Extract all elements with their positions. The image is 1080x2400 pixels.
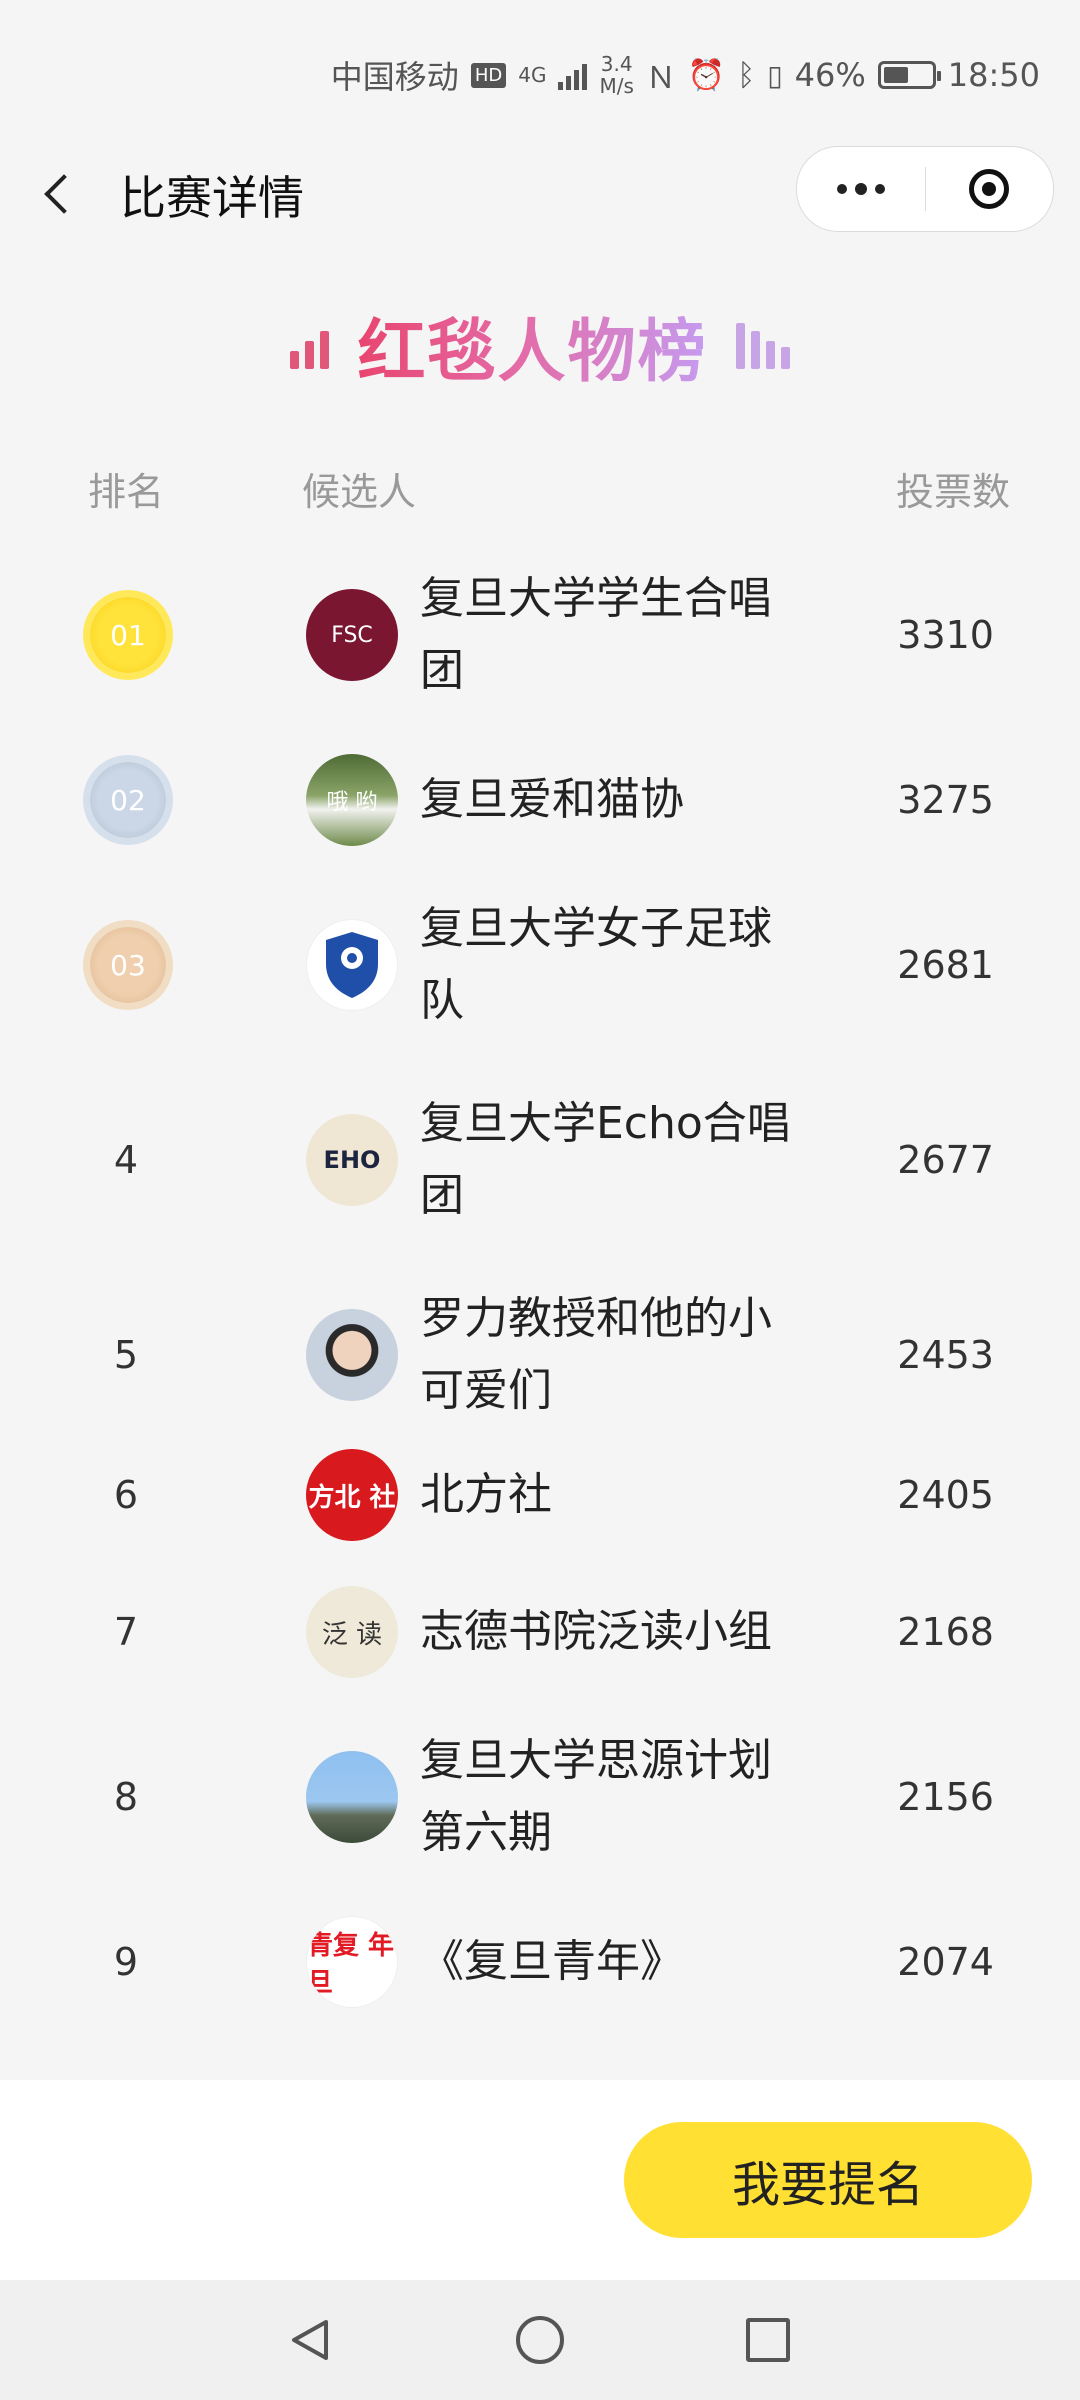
bottom-action-bar: 我要提名 — [0, 2080, 1080, 2280]
table-row[interactable]: 6 方北 社 北方社 2405 — [0, 1405, 1080, 1541]
more-button[interactable] — [797, 147, 925, 231]
nav-bar: 比赛详情 — [0, 140, 1080, 250]
nav-back-icon[interactable] — [286, 2316, 334, 2364]
avatar: 方北 社 — [306, 1449, 398, 1541]
ranking-title: 红毯人物榜 — [357, 296, 707, 395]
avatar — [306, 1309, 398, 1401]
candidate-name: 复旦大学思源计划第六期 — [420, 1735, 772, 1858]
network-speed: 3.4 M/s — [599, 53, 633, 97]
alarm-icon: ⏰ — [687, 57, 726, 93]
table-row[interactable]: 5 罗力教授和他的小可爱们 2453 — [0, 1230, 1080, 1416]
candidate-name: 复旦大学Echo合唱团 — [420, 1098, 791, 1221]
more-dot-icon — [855, 183, 867, 195]
avatar: EHO — [306, 1114, 398, 1206]
table-row[interactable]: 01 FSC 复旦大学学生合唱团 3310 — [0, 545, 1080, 710]
more-dot-icon — [875, 184, 885, 194]
silver-medal-badge: 02 — [90, 762, 166, 838]
vote-count: 3310 — [897, 613, 994, 657]
carrier-label: 中国移动 — [330, 58, 459, 96]
avatar — [306, 919, 398, 1011]
rank-number: 4 — [113, 1138, 139, 1182]
rank-number: 6 — [113, 1473, 139, 1517]
bar-chart-icon-left — [290, 321, 330, 369]
table-row[interactable]: 02 哦 哟 复旦爱和猫协 3275 — [0, 710, 1080, 875]
bar-chart-icon-right — [735, 321, 790, 369]
avatar — [306, 1751, 398, 1843]
rank-number: 5 — [113, 1333, 139, 1377]
vote-count: 2074 — [897, 1940, 994, 1984]
more-dot-icon — [837, 184, 847, 194]
avatar: FSC — [306, 589, 398, 681]
candidate-name: 志德书院泛读小组 — [420, 1606, 772, 1657]
clock: 18:50 — [947, 56, 1040, 94]
table-row[interactable]: 4 EHO 复旦大学Echo合唱团 2677 — [0, 1040, 1080, 1230]
header-votes: 投票数 — [895, 470, 1010, 514]
header-candidate: 候选人 — [302, 470, 417, 514]
rank-number: 7 — [113, 1610, 139, 1654]
avatar: 泛 读 — [306, 1586, 398, 1678]
rank-number: 9 — [113, 1940, 139, 1984]
system-navigation-bar — [0, 2280, 1080, 2400]
candidate-name: 复旦爱和猫协 — [420, 774, 684, 825]
speed-unit: M/s — [599, 74, 634, 98]
table-row[interactable]: 8 复旦大学思源计划第六期 2156 — [0, 1705, 1080, 1870]
vote-count: 3275 — [897, 778, 994, 822]
target-close-icon — [969, 169, 1009, 209]
signal-icon — [558, 60, 588, 90]
avatar: 哦 哟 — [306, 754, 398, 846]
table-row[interactable]: 7 泛 读 志德书院泛读小组 2168 — [0, 1540, 1080, 1705]
table-header: 排名 候选人 投票数 — [0, 455, 1080, 515]
bluetooth-icon: ᛒ — [737, 57, 756, 93]
nfc-icon: Ｎ — [645, 61, 676, 96]
nav-home-icon[interactable] — [516, 2316, 564, 2364]
shield-icon — [326, 932, 378, 998]
rank-number: 8 — [113, 1775, 139, 1819]
nominate-button[interactable]: 我要提名 — [624, 2122, 1032, 2238]
candidate-name: 复旦大学女子足球队 — [420, 903, 772, 1026]
table-row[interactable]: 03 复旦大学女子足球队 2681 — [0, 875, 1080, 1040]
ranking-banner: 红毯人物榜 — [0, 290, 1080, 400]
vote-count: 2168 — [897, 1610, 994, 1654]
back-button[interactable] — [36, 168, 86, 222]
bronze-medal-badge: 03 — [90, 927, 166, 1003]
page-title: 比赛详情 — [120, 171, 304, 225]
nav-recents-icon[interactable] — [746, 2318, 790, 2362]
miniprogram-capsule — [796, 146, 1054, 232]
battery-icon — [877, 61, 941, 89]
ranking-list: 01 FSC 复旦大学学生合唱团 3310 02 哦 哟 复旦爱和猫协 3275… — [0, 545, 1080, 2035]
vote-count: 2453 — [897, 1333, 994, 1377]
speed-value: 3.4 — [600, 52, 633, 76]
vote-count: 2405 — [897, 1473, 994, 1517]
avatar: 青复 年旦 — [306, 1916, 398, 2008]
vote-count: 2681 — [897, 943, 994, 987]
candidate-name: 《复旦青年》 — [420, 1936, 684, 1987]
candidate-name: 北方社 — [420, 1469, 552, 1520]
vibrate-icon: ▯ — [767, 58, 783, 92]
network-label: 4G — [518, 63, 547, 87]
header-rank: 排名 — [88, 470, 165, 514]
candidate-name: 复旦大学学生合唱团 — [420, 573, 772, 696]
hd-badge: HD — [470, 62, 507, 88]
battery-percent: 46% — [794, 56, 866, 94]
vote-count: 2156 — [897, 1775, 994, 1819]
status-bar: 中国移动 HD 4G 3.4 M/s Ｎ ⏰ ᛒ ▯ 46% 18:50 — [0, 0, 1080, 150]
table-row[interactable]: 9 青复 年旦 《复旦青年》 2074 — [0, 1870, 1080, 2035]
close-miniprogram-button[interactable] — [926, 147, 1052, 231]
vote-count: 2677 — [897, 1138, 994, 1182]
gold-medal-badge: 01 — [90, 597, 166, 673]
